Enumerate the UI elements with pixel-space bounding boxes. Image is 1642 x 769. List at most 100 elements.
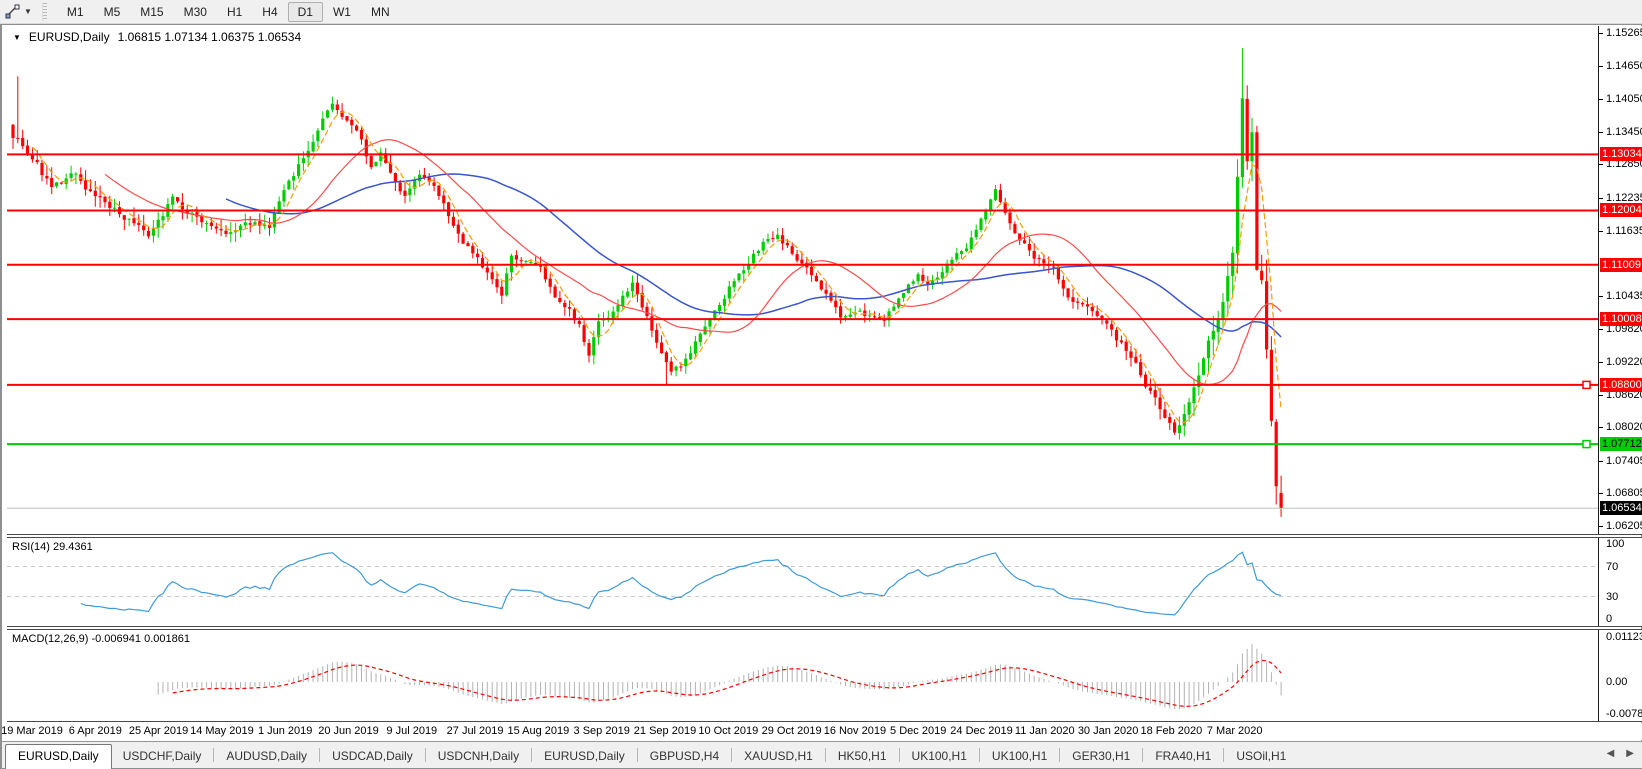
- rsi-panel: 10070300 RSI(14) 29.4361: [7, 537, 1642, 627]
- date-axis-label: 27 Jul 2019: [447, 725, 504, 737]
- price-tick-label: 1.07405: [1606, 455, 1642, 467]
- rsi-tick-label: 100: [1606, 538, 1624, 550]
- date-axis-label: 9 Jul 2019: [386, 725, 437, 737]
- tab-separator: [731, 748, 732, 762]
- price-tick-label: 1.14650: [1606, 60, 1642, 72]
- timeframe-button-h1[interactable]: H1: [217, 2, 252, 22]
- date-axis-label: 6 Apr 2019: [69, 725, 122, 737]
- chart-tab-usdcnh-daily[interactable]: USDCNH,Daily: [427, 745, 530, 768]
- date-axis-label: 10 Oct 2019: [698, 725, 758, 737]
- price-tick-label: 1.14050: [1606, 93, 1642, 105]
- chart-window: 1.152651.146501.140501.134501.128501.122…: [0, 24, 1642, 769]
- price-line-badge: 1.13034: [1600, 147, 1642, 161]
- date-axis-label: 7 Mar 2020: [1207, 725, 1263, 737]
- toolbar-grip: [42, 3, 47, 21]
- chart-tab-bar: EURUSD,DailyUSDCHF,DailyAUDUSD,DailyUSDC…: [2, 741, 1642, 768]
- date-axis-label: 5 Dec 2019: [890, 725, 946, 737]
- date-axis-label: 19 Mar 2019: [1, 725, 63, 737]
- tab-separator: [637, 748, 638, 762]
- price-line-badge: 1.10008: [1600, 312, 1642, 326]
- timeframe-button-m5[interactable]: M5: [94, 2, 131, 22]
- tab-scroll-left-icon[interactable]: ◀: [1607, 748, 1615, 759]
- price-tick-label: 1.08020: [1606, 421, 1642, 433]
- chart-dropdown-icon[interactable]: ▼: [13, 33, 21, 42]
- chart-tab-uk100-h1[interactable]: UK100,H1: [981, 745, 1058, 768]
- timeframe-button-h4[interactable]: H4: [252, 2, 287, 22]
- price-tick-mark: [1599, 526, 1603, 527]
- timeframe-button-m1[interactable]: M1: [57, 2, 94, 22]
- date-axis-label: 16 Nov 2019: [824, 725, 886, 737]
- chart-tab-ger30-h1[interactable]: GER30,H1: [1061, 745, 1141, 768]
- price-tick-label: 1.12235: [1606, 192, 1642, 204]
- tabs-container: EURUSD,DailyUSDCHF,DailyAUDUSD,DailyUSDC…: [5, 744, 1297, 768]
- tab-separator: [1223, 748, 1224, 762]
- chart-tab-fra40-h1[interactable]: FRA40,H1: [1144, 745, 1222, 768]
- date-axis-label: 24 Dec 2019: [950, 725, 1012, 737]
- chart-tab-usoil-h1[interactable]: USOil,H1: [1225, 745, 1297, 768]
- macd-tick-label: 0.00: [1606, 676, 1627, 688]
- date-axis-label: 20 Jun 2019: [318, 725, 379, 737]
- date-axis-label: 21 Sep 2019: [634, 725, 696, 737]
- chart-tab-usdcad-daily[interactable]: USDCAD,Daily: [321, 745, 424, 768]
- price-tick-mark: [1599, 461, 1603, 462]
- rsi-tick-label: 30: [1606, 591, 1618, 603]
- chart-tab-uk100-h1[interactable]: UK100,H1: [901, 745, 978, 768]
- price-tick-mark: [1599, 395, 1603, 396]
- date-axis[interactable]: 19 Mar 20196 Apr 201925 Apr 201914 May 2…: [7, 723, 1642, 740]
- timeframe-button-mn[interactable]: MN: [361, 2, 400, 22]
- macd-tick-label: 0.011232: [1606, 631, 1642, 643]
- tab-separator: [1059, 748, 1060, 762]
- price-tick-label: 1.09220: [1606, 356, 1642, 368]
- timeframe-button-group: M1M5M15M30H1H4D1W1MN: [57, 2, 400, 22]
- tab-separator: [319, 748, 320, 762]
- tab-separator: [425, 748, 426, 762]
- tab-separator: [531, 748, 532, 762]
- price-chart-canvas[interactable]: [7, 26, 1598, 535]
- rsi-label: RSI(14) 29.4361: [12, 541, 93, 553]
- chart-tab-xauusd-h1[interactable]: XAUUSD,H1: [733, 745, 824, 768]
- macd-tick-label: -0.007894: [1606, 708, 1642, 720]
- price-tick-mark: [1599, 164, 1603, 165]
- chart-ohlc-values: 1.06815 1.07134 1.06375 1.06534: [118, 30, 302, 44]
- price-tick-mark: [1599, 132, 1603, 133]
- rsi-axis[interactable]: 10070300: [1598, 538, 1642, 626]
- chart-symbol-label: EURUSD,Daily: [29, 30, 110, 44]
- price-tick-label: 1.10435: [1606, 290, 1642, 302]
- date-axis-label: 29 Oct 2019: [762, 725, 822, 737]
- line-tool-dropdown-caret-icon[interactable]: ▼: [24, 7, 32, 16]
- price-tick-label: 1.06805: [1606, 487, 1642, 499]
- rsi-chart-canvas[interactable]: [7, 538, 1598, 628]
- date-axis-label: 14 May 2019: [190, 725, 254, 737]
- macd-panel: 0.011232 0.00 -0.007894 MACD(12,26,9) -0.0…: [7, 629, 1642, 722]
- date-axis-label: 18 Feb 2020: [1141, 725, 1203, 737]
- price-tick-mark: [1599, 198, 1603, 199]
- price-tick-mark: [1599, 66, 1603, 67]
- macd-label: MACD(12,26,9) -0.006941 0.001861: [12, 633, 190, 645]
- chart-title: ▼ EURUSD,Daily 1.06815 1.07134 1.06375 1…: [13, 30, 301, 44]
- chart-tab-eurusd-daily[interactable]: EURUSD,Daily: [5, 744, 112, 769]
- chart-tab-usdchf-daily[interactable]: USDCHF,Daily: [112, 745, 213, 768]
- tab-separator: [899, 748, 900, 762]
- timeframe-button-m30[interactable]: M30: [174, 2, 217, 22]
- tab-separator: [213, 748, 214, 762]
- tab-scroll-right-icon[interactable]: ▶: [1626, 748, 1634, 759]
- macd-axis[interactable]: 0.011232 0.00 -0.007894: [1598, 630, 1642, 721]
- chart-tab-gbpusd-h4[interactable]: GBPUSD,H4: [639, 745, 730, 768]
- chart-tab-audusd-daily[interactable]: AUDUSD,Daily: [215, 745, 318, 768]
- price-tick-mark: [1599, 427, 1603, 428]
- timeframe-button-w1[interactable]: W1: [323, 2, 361, 22]
- timeframe-button-m15[interactable]: M15: [130, 2, 173, 22]
- line-tool-icon[interactable]: [2, 3, 22, 21]
- timeframe-button-d1[interactable]: D1: [288, 2, 323, 22]
- price-tick-mark: [1599, 493, 1603, 494]
- price-tick-mark: [1599, 33, 1603, 34]
- price-line-badge: 1.11009: [1600, 258, 1642, 272]
- price-panel: 1.152651.146501.140501.134501.128501.122…: [7, 26, 1642, 535]
- date-axis-label: 1 Jun 2019: [258, 725, 312, 737]
- chart-tab-eurusd-daily[interactable]: EURUSD,Daily: [533, 745, 636, 768]
- price-axis[interactable]: 1.152651.146501.140501.134501.128501.122…: [1598, 26, 1642, 534]
- price-line-badge: 1.07712: [1600, 437, 1642, 451]
- current-price-badge: 1.06534: [1600, 501, 1642, 515]
- macd-chart-canvas[interactable]: [7, 630, 1598, 723]
- chart-tab-hk50-h1[interactable]: HK50,H1: [827, 745, 898, 768]
